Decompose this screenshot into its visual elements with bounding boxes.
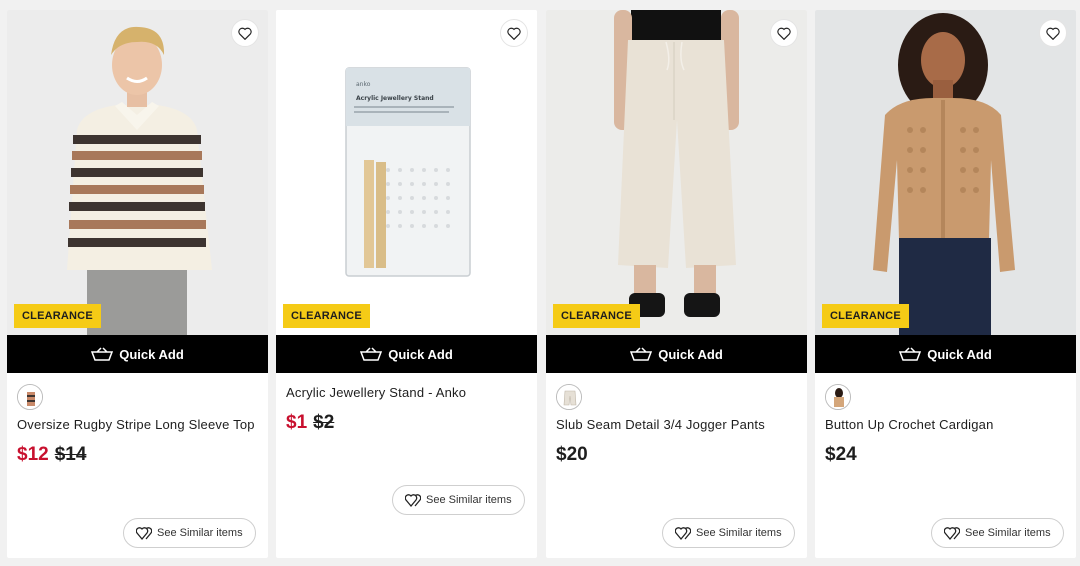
color-swatch[interactable] — [17, 384, 43, 410]
swatch-thumbnail — [18, 385, 42, 409]
swatch-thumbnail — [826, 385, 850, 409]
product-card[interactable]: CLEARANCE Quick Add Slub Seam Detail 3/4… — [546, 10, 807, 558]
product-card[interactable]: CLEARANCE Quick Add Button Up Crochet Ca… — [815, 10, 1076, 558]
see-similar-label: See Similar items — [426, 494, 512, 506]
similar-hearts-icon — [944, 527, 960, 540]
see-similar-label: See Similar items — [696, 527, 782, 539]
product-title[interactable]: Acrylic Jewellery Stand - Anko — [286, 385, 466, 400]
basket-icon — [630, 347, 653, 361]
product-price: $20 — [556, 444, 588, 466]
color-swatch[interactable] — [556, 384, 582, 410]
sale-price: $12 — [17, 444, 49, 465]
product-price: $1 $2 — [286, 412, 334, 434]
heart-icon — [777, 27, 791, 40]
clearance-badge: CLEARANCE — [14, 304, 101, 328]
see-similar-label: See Similar items — [157, 527, 243, 539]
product-image[interactable]: CLEARANCE — [815, 10, 1076, 335]
see-similar-button[interactable]: See Similar items — [931, 518, 1064, 548]
quick-add-label: Quick Add — [119, 346, 184, 362]
wishlist-button[interactable] — [770, 19, 798, 47]
wishlist-button[interactable] — [1039, 19, 1067, 47]
product-image[interactable]: CLEARANCE — [546, 10, 807, 335]
quick-add-button[interactable]: Quick Add — [276, 335, 537, 373]
product-title[interactable]: Oversize Rugby Stripe Long Sleeve Top — [17, 417, 255, 432]
price: $24 — [825, 444, 857, 465]
package-brand: anko — [356, 81, 371, 88]
package-title: Acrylic Jewellery Stand — [356, 95, 434, 102]
product-grid: CLEARANCE Quick Add Oversize Rugby Strip… — [0, 0, 1080, 566]
product-card[interactable]: CLEARANCE Quick Add Oversize Rugby Strip… — [7, 10, 268, 558]
product-price: $24 — [825, 444, 857, 466]
heart-icon — [1046, 27, 1060, 40]
similar-hearts-icon — [405, 494, 421, 507]
see-similar-button[interactable]: See Similar items — [123, 518, 256, 548]
quick-add-button[interactable]: Quick Add — [7, 335, 268, 373]
sale-price: $1 — [286, 412, 308, 433]
similar-hearts-icon — [136, 527, 152, 540]
product-price: $12 $14 — [17, 444, 86, 466]
price: $20 — [556, 444, 588, 465]
product-title[interactable]: Button Up Crochet Cardigan — [825, 417, 994, 432]
product-title[interactable]: Slub Seam Detail 3/4 Jogger Pants — [556, 417, 765, 432]
clearance-badge: CLEARANCE — [283, 304, 370, 328]
original-price: $2 — [313, 412, 335, 433]
product-image[interactable]: anko Acrylic Jewellery Stand CLEARANCE — [276, 10, 537, 335]
product-card[interactable]: anko Acrylic Jewellery Stand CLEARANCE Q… — [276, 10, 537, 558]
basket-icon — [91, 347, 114, 361]
see-similar-button[interactable]: See Similar items — [662, 518, 795, 548]
clearance-badge: CLEARANCE — [822, 304, 909, 328]
clearance-badge: CLEARANCE — [553, 304, 640, 328]
quick-add-button[interactable]: Quick Add — [546, 335, 807, 373]
quick-add-label: Quick Add — [927, 346, 992, 362]
wishlist-button[interactable] — [500, 19, 528, 47]
basket-icon — [899, 347, 922, 361]
heart-icon — [238, 27, 252, 40]
see-similar-label: See Similar items — [965, 527, 1051, 539]
wishlist-button[interactable] — [231, 19, 259, 47]
color-swatch[interactable] — [825, 384, 851, 410]
product-image[interactable]: CLEARANCE — [7, 10, 268, 335]
see-similar-button[interactable]: See Similar items — [392, 485, 525, 515]
quick-add-label: Quick Add — [658, 346, 723, 362]
swatch-thumbnail — [557, 385, 581, 409]
similar-hearts-icon — [675, 527, 691, 540]
basket-icon — [360, 347, 383, 361]
quick-add-label: Quick Add — [388, 346, 453, 362]
original-price: $14 — [54, 444, 87, 465]
quick-add-button[interactable]: Quick Add — [815, 335, 1076, 373]
heart-icon — [507, 27, 521, 40]
